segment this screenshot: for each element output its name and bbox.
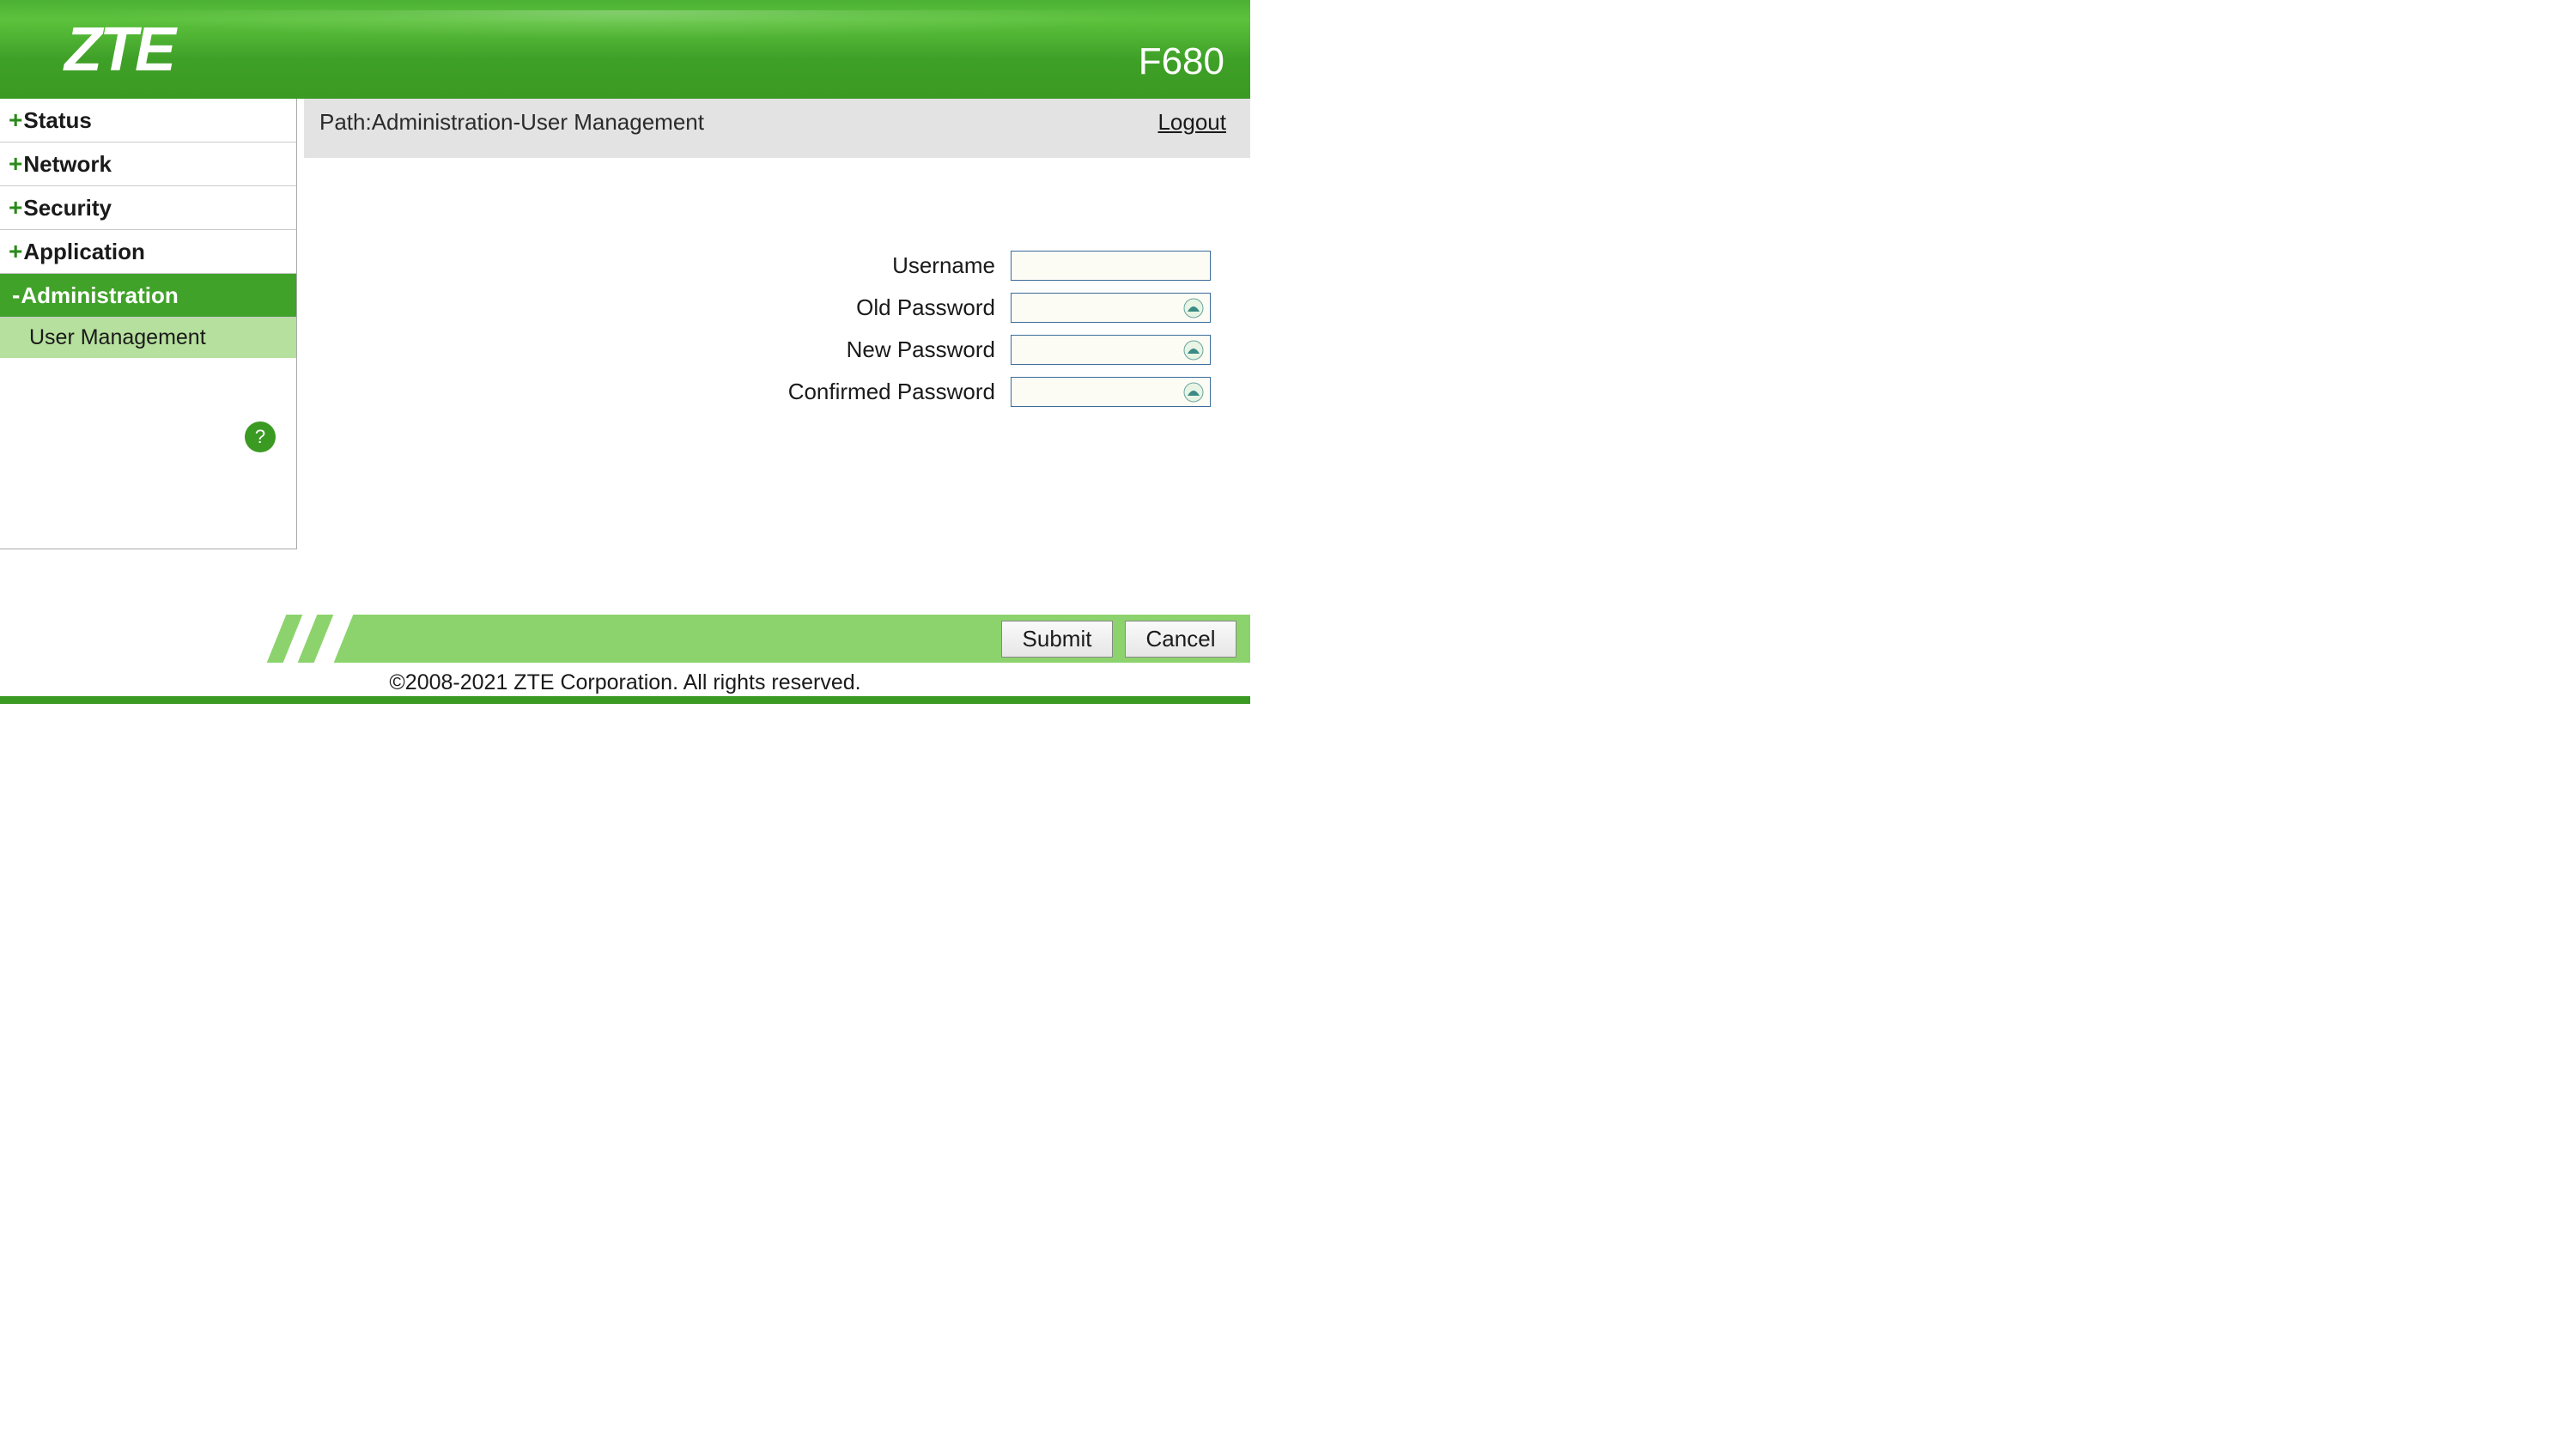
sidebar-item-label: Status <box>23 107 91 134</box>
user-form: Username Old Password New Password <box>304 158 1250 407</box>
breadcrumb-bar: Path:Administration-User Management Logo… <box>304 99 1250 158</box>
footer-bar: Submit Cancel <box>0 615 1250 663</box>
sidebar-item-status[interactable]: + Status <box>0 99 296 142</box>
breadcrumb: Path:Administration-User Management <box>319 109 704 136</box>
device-model: F680 <box>1139 40 1224 99</box>
new-password-label: New Password <box>304 336 1011 363</box>
form-row-old-password: Old Password <box>304 293 1250 323</box>
sidebar-item-security[interactable]: + Security <box>0 186 296 230</box>
submit-button[interactable]: Submit <box>1001 621 1113 658</box>
confirmed-password-input[interactable] <box>1011 377 1211 407</box>
plus-icon: + <box>9 238 22 265</box>
form-row-confirmed-password: Confirmed Password <box>304 377 1250 407</box>
bottom-edge <box>0 696 1250 704</box>
old-password-label: Old Password <box>304 294 1011 321</box>
minus-icon: - <box>9 282 20 309</box>
logout-link[interactable]: Logout <box>1157 109 1226 136</box>
header: ZTE F680 <box>0 0 1250 99</box>
sidebar-item-label: Security <box>23 195 112 221</box>
form-row-username: Username <box>304 251 1250 281</box>
cancel-button[interactable]: Cancel <box>1125 621 1236 658</box>
plus-icon: + <box>9 150 22 178</box>
sidebar: + Status + Network + Security + Applicat… <box>0 99 297 549</box>
body-area: + Status + Network + Security + Applicat… <box>0 99 1250 549</box>
new-password-input[interactable] <box>1011 335 1211 365</box>
confirmed-password-label: Confirmed Password <box>304 379 1011 405</box>
sidebar-item-label: Network <box>23 151 112 178</box>
form-row-new-password: New Password <box>304 335 1250 365</box>
username-label: Username <box>304 252 1011 279</box>
username-input[interactable] <box>1011 251 1211 281</box>
sidebar-item-network[interactable]: + Network <box>0 142 296 186</box>
old-password-input[interactable] <box>1011 293 1211 323</box>
main-content: Path:Administration-User Management Logo… <box>297 99 1250 419</box>
logo: ZTE <box>64 15 173 85</box>
plus-icon: + <box>9 106 22 134</box>
plus-icon: + <box>9 194 22 221</box>
copyright-text: ©2008-2021 ZTE Corporation. All rights r… <box>0 670 1250 695</box>
sidebar-subitem-user-management[interactable]: User Management <box>0 318 296 358</box>
help-button[interactable]: ? <box>245 421 276 452</box>
sidebar-item-label: Application <box>23 239 145 265</box>
sidebar-item-label: Administration <box>21 282 178 309</box>
sidebar-item-administration[interactable]: - Administration <box>0 274 296 318</box>
sidebar-item-application[interactable]: + Application <box>0 230 296 274</box>
